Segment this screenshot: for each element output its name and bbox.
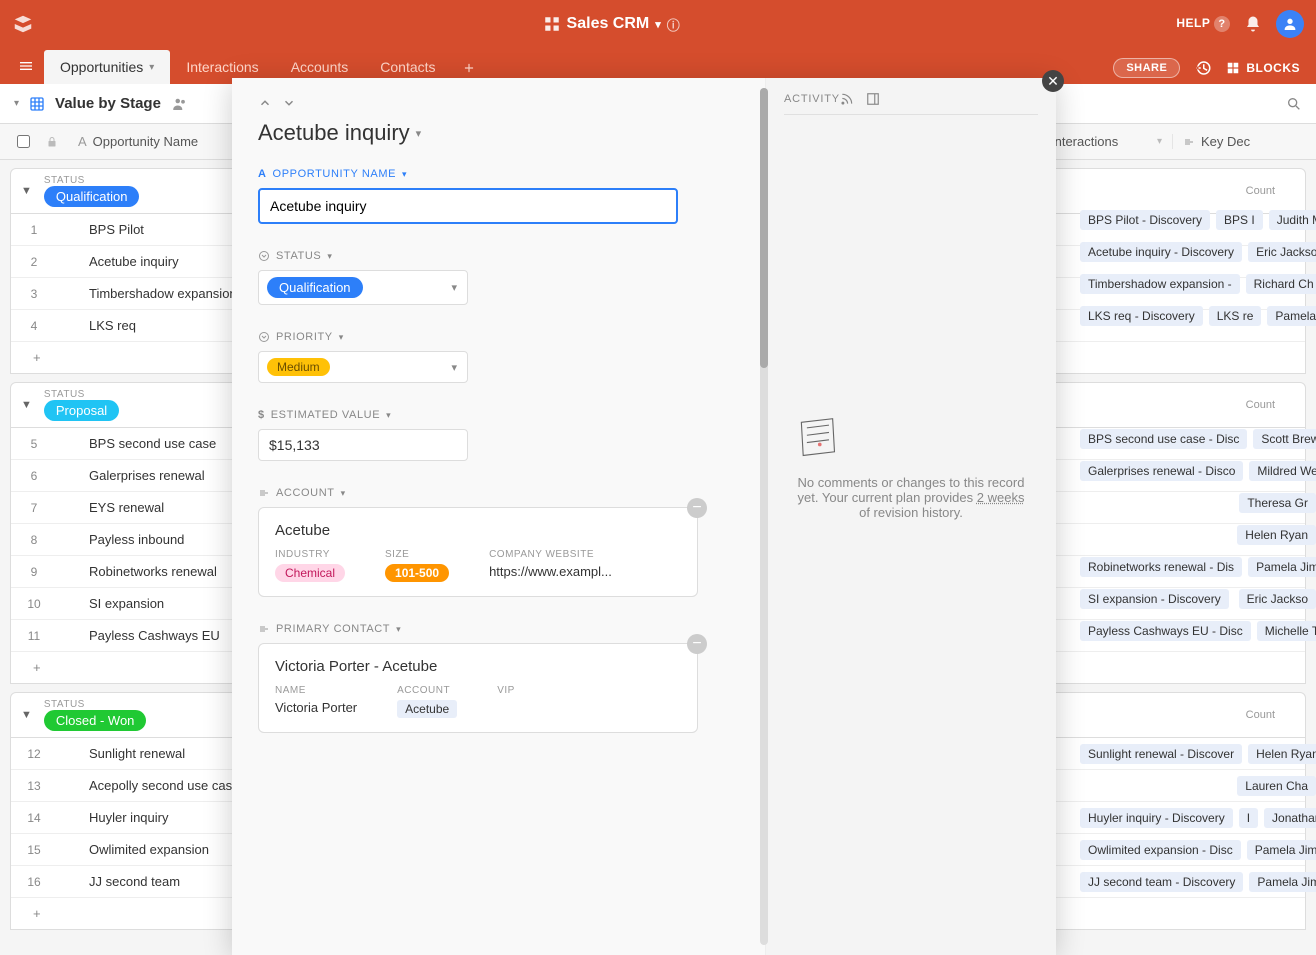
text-field-icon: A (78, 134, 87, 149)
priority-pill: Medium (267, 358, 330, 376)
remove-link-button[interactable]: − (687, 498, 707, 518)
column-opportunity-name[interactable]: Opportunity Name (93, 134, 199, 149)
status-select[interactable]: Qualification (258, 270, 468, 305)
field-label-priority: PRIORITY (276, 331, 333, 343)
field-label-name: OPPORTUNITY NAME (273, 168, 397, 180)
base-icon (543, 15, 561, 33)
info-icon[interactable]: ⓘ (667, 15, 680, 34)
chevron-down-icon[interactable]: ▾ (655, 18, 661, 31)
column-interactions[interactable]: Interactions (1051, 134, 1118, 149)
record-detail-modal: ✕ Acetube inquiry▾ AOPPORTUNITY NAME▾ ST… (232, 78, 1056, 955)
user-avatar[interactable] (1276, 10, 1304, 38)
app-title[interactable]: Sales CRM (567, 15, 650, 33)
view-name[interactable]: Value by Stage (55, 95, 161, 112)
blocks-button[interactable]: BLOCKS (1226, 61, 1300, 75)
account-card-title: Acetube (275, 522, 681, 539)
help-icon: ? (1214, 16, 1230, 32)
collaborators-icon[interactable] (171, 95, 189, 113)
collapse-panel-icon[interactable] (866, 92, 880, 106)
chevron-down-icon: ▾ (149, 62, 154, 73)
link-field-icon (1183, 136, 1195, 148)
revision-history-link[interactable]: 2 weeks (977, 490, 1025, 505)
tab-opportunities[interactable]: Opportunities▾ (44, 50, 170, 84)
text-field-icon: A (258, 168, 267, 180)
field-label-value: ESTIMATED VALUE (271, 409, 380, 421)
menu-icon[interactable] (8, 58, 44, 74)
app-topbar: Sales CRM ▾ ⓘ HELP ? (0, 0, 1316, 48)
field-label-status: STATUS (276, 250, 321, 262)
select-field-icon (258, 331, 270, 343)
next-record-button[interactable] (282, 96, 296, 110)
view-menu-icon[interactable]: ▾ (14, 98, 19, 109)
column-key-decision[interactable]: Key Dec (1201, 134, 1250, 149)
select-all-checkbox[interactable] (17, 135, 30, 148)
currency-field-icon: $ (258, 409, 265, 421)
activity-panel: ACTIVITY No comments or changes to this … (766, 78, 1056, 955)
opportunity-name-input[interactable] (258, 188, 678, 224)
bell-icon[interactable] (1244, 15, 1262, 33)
close-button[interactable]: ✕ (1042, 70, 1064, 92)
grid-view-icon (29, 96, 45, 112)
rss-icon[interactable] (840, 92, 854, 106)
help-link[interactable]: HELP ? (1176, 16, 1230, 32)
estimated-value-input[interactable]: $15,133 (258, 429, 468, 461)
field-label-contact: PRIMARY CONTACT (276, 623, 390, 635)
chevron-down-icon[interactable]: ▾ (416, 127, 422, 140)
link-field-icon (258, 487, 270, 499)
activity-title: ACTIVITY (784, 93, 840, 105)
modal-scrollbar[interactable] (760, 88, 768, 945)
history-icon[interactable] (1194, 59, 1212, 77)
contact-card-title: Victoria Porter - Acetube (275, 658, 681, 675)
remove-link-button[interactable]: − (687, 634, 707, 654)
priority-select[interactable]: Medium (258, 351, 468, 383)
select-field-icon (258, 250, 270, 262)
contact-card[interactable]: − Victoria Porter - Acetube NAMEVictoria… (258, 643, 698, 733)
empty-state-icon (794, 415, 1028, 461)
status-pill: Qualification (267, 277, 363, 298)
prev-record-button[interactable] (258, 96, 272, 110)
record-title: Acetube inquiry (258, 120, 410, 146)
lock-icon (46, 136, 72, 148)
app-logo[interactable] (12, 13, 34, 35)
share-button[interactable]: SHARE (1113, 58, 1180, 78)
field-label-account: ACCOUNT (276, 487, 335, 499)
account-card[interactable]: − Acetube INDUSTRYChemical SIZE101-500 C… (258, 507, 698, 597)
search-icon[interactable] (1286, 96, 1302, 112)
link-field-icon (258, 623, 270, 635)
